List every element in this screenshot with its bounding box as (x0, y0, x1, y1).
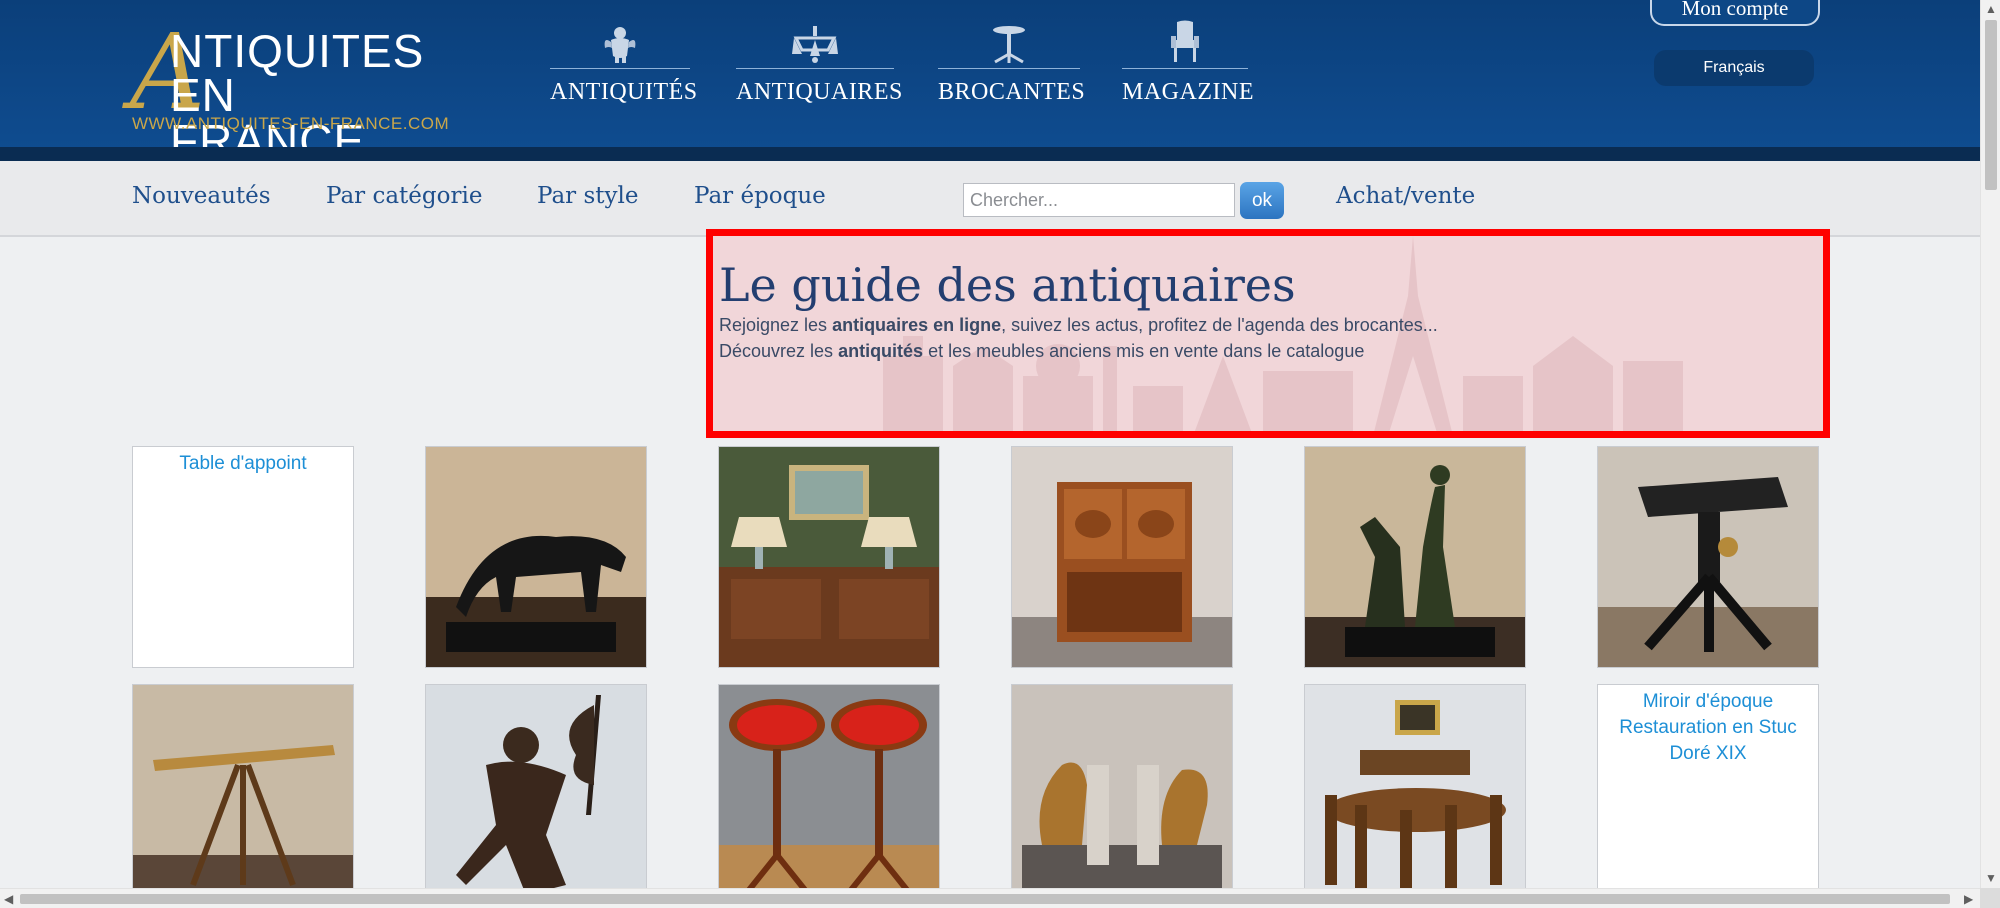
vertical-scroll-thumb[interactable] (1985, 20, 1997, 190)
language-selector[interactable]: Français (1654, 50, 1814, 86)
pedestal-table-icon (938, 22, 1080, 68)
product-tile-sideboard[interactable] (718, 446, 940, 668)
header-strip (0, 147, 1980, 161)
scroll-right-icon[interactable]: ▶ (1964, 893, 1973, 905)
wooden-cabinet-image (1012, 447, 1232, 667)
product-tile-cabinet[interactable] (1011, 446, 1233, 668)
hero-banner: Le guide des antiquaires Rejoignez les a… (706, 229, 1830, 438)
armchair-icon (1122, 20, 1248, 68)
sideboard-lamps-image (719, 447, 939, 667)
subnav-par-style[interactable]: Par style (537, 183, 638, 209)
brass-telescope-image (133, 685, 353, 905)
site-logo[interactable]: A NTIQUITES EN FRANCE WWW.ANTIQUITES-EN-… (130, 20, 449, 164)
secondary-nav: Nouveautés Par catégorie Par style Par é… (0, 161, 1980, 237)
account-button[interactable]: Mon compte (1650, 0, 1820, 26)
nav-antiquaires[interactable]: ANTIQUAIRES (736, 22, 903, 112)
product-tile-iron-table[interactable] (1597, 446, 1819, 668)
subnav-par-epoque[interactable]: Par époque (694, 183, 826, 209)
nav-label: MAGAZINE (1122, 79, 1254, 105)
subnav-achat-vente[interactable]: Achat/vente (1336, 183, 1475, 209)
broken-image-alt: Table d'appoint (179, 453, 307, 474)
subnav-nouveautes[interactable]: Nouveautés (132, 183, 271, 209)
logo-url: WWW.ANTIQUITES-EN-FRANCE.COM (132, 114, 450, 133)
bird-bookends-image (1012, 685, 1232, 905)
panther-sculpture-image (426, 447, 646, 667)
broken-image-alt: Miroir d'époque Restauration en Stuc Dor… (1619, 691, 1797, 764)
scroll-down-icon[interactable]: ▼ (1985, 872, 1997, 884)
dining-set-image (1305, 685, 1525, 905)
vertical-scrollbar[interactable]: ▲ ▼ (1980, 0, 2000, 888)
logo-line-1: NTIQUITES (170, 25, 425, 77)
nav-label: ANTIQUAIRES (736, 79, 903, 105)
product-tile-miroir[interactable]: Miroir d'époque Restauration en Stuc Dor… (1597, 684, 1819, 906)
subnav-par-categorie[interactable]: Par catégorie (326, 183, 482, 209)
site-header: A NTIQUITES EN FRANCE WWW.ANTIQUITES-EN-… (0, 0, 1980, 164)
product-tile-bronze-statue[interactable] (425, 684, 647, 906)
horizontal-scrollbar[interactable]: ◀ ▶ (0, 888, 1980, 908)
nav-brocantes[interactable]: BROCANTES (938, 22, 1086, 112)
nav-label: ANTIQUITÉS (550, 79, 698, 105)
horizontal-scroll-thumb[interactable] (20, 894, 1950, 904)
hero-title: Le guide des antiquaires (719, 258, 1296, 312)
iron-table-image (1598, 447, 1818, 667)
product-tile-pedestal-tables[interactable] (718, 684, 940, 906)
hero-line-1: Rejoignez les antiquaires en ligne, suiv… (719, 315, 1438, 335)
product-tile-table-appoint[interactable]: Table d'appoint (132, 446, 354, 668)
nav-label: BROCANTES (938, 79, 1086, 105)
link-antiquites[interactable]: antiquités (838, 341, 923, 361)
product-tile-bookends[interactable] (1011, 684, 1233, 906)
link-antiquaires-en-ligne[interactable]: antiquaires en ligne (832, 315, 1001, 335)
search-input[interactable] (963, 183, 1235, 217)
scroll-left-icon[interactable]: ◀ (4, 893, 13, 905)
bronze-flag-statue-image (426, 685, 646, 905)
scroll-up-icon[interactable]: ▲ (1985, 3, 1997, 15)
product-tile-dining-set[interactable] (1304, 684, 1526, 906)
product-tile-panther[interactable] (425, 446, 647, 668)
red-pedestal-tables-image (719, 685, 939, 905)
search-ok-button[interactable]: ok (1240, 182, 1284, 219)
product-tile-bronze-figure[interactable] (1304, 446, 1526, 668)
cherub-icon (550, 22, 690, 68)
nav-magazine[interactable]: MAGAZINE (1122, 20, 1254, 112)
nav-antiquites[interactable]: ANTIQUITÉS (550, 22, 698, 112)
bronze-figure-deer-image (1305, 447, 1525, 667)
product-tile-telescope[interactable] (132, 684, 354, 906)
chandelier-icon (736, 22, 894, 68)
hero-line-2: Découvrez les antiquités et les meubles … (719, 341, 1365, 361)
